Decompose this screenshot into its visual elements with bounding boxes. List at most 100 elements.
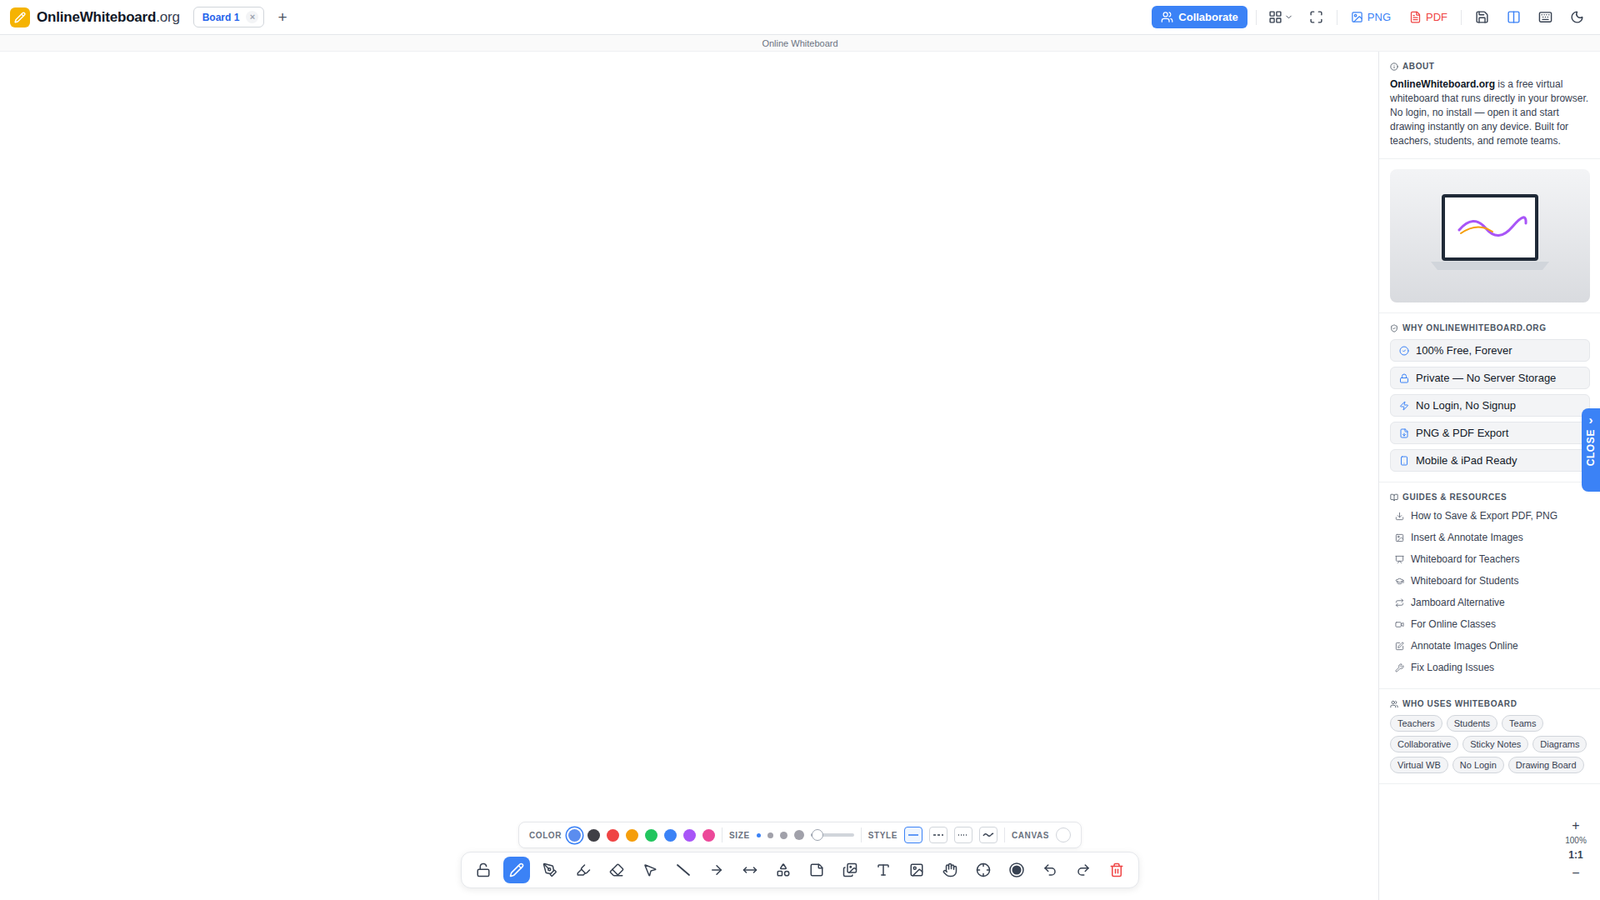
dotted-line-icon <box>957 831 970 839</box>
guide-link[interactable]: Fix Loading Issues <box>1390 656 1590 679</box>
photo-section <box>1379 159 1600 314</box>
panel-button[interactable] <box>1533 5 1557 30</box>
audience-tag[interactable]: Students <box>1446 715 1498 732</box>
tool-button[interactable] <box>536 856 564 884</box>
zoom-reset-button[interactable]: 1:1 <box>1561 846 1590 864</box>
tool-button[interactable] <box>1070 856 1097 884</box>
color-swatch[interactable] <box>645 829 658 842</box>
zoom-out-button[interactable]: − <box>1561 865 1590 882</box>
who-section: WHO USES WHITEBOARDTeachersStudentsTeams… <box>1379 689 1600 785</box>
size-dot[interactable] <box>756 833 761 838</box>
brand[interactable]: OnlineWhiteboard.org <box>10 7 180 28</box>
close-sidebar-tab[interactable]: ›CLOSE <box>1581 408 1600 492</box>
drawing-canvas[interactable] <box>0 51 1379 900</box>
sidebar: ABOUTOnlineWhiteboard.org is a free virt… <box>1378 51 1600 900</box>
section-heading: GUIDES & RESOURCES <box>1390 492 1590 502</box>
audience-tag[interactable]: Teams <box>1501 715 1544 732</box>
line-style-button[interactable] <box>954 826 973 844</box>
color-swatch[interactable] <box>683 829 696 842</box>
size-dot[interactable] <box>767 832 774 839</box>
guide-link[interactable]: How to Save & Export PDF, PNG <box>1390 505 1590 527</box>
audience-tag[interactable]: Virtual WB <box>1390 756 1449 774</box>
laser-icon <box>975 862 991 878</box>
tool-button[interactable] <box>1003 856 1030 884</box>
pen-icon <box>542 862 558 878</box>
tab-close-button[interactable]: × <box>245 10 259 24</box>
tool-button[interactable] <box>803 856 830 884</box>
panel-button[interactable] <box>1501 5 1525 30</box>
tool-button[interactable] <box>636 856 664 884</box>
edit-icon <box>1395 641 1405 651</box>
about-brand: OnlineWhiteboard.org <box>1390 78 1495 90</box>
book-icon <box>1390 493 1399 502</box>
guide-link[interactable]: Annotate Images Online <box>1390 635 1590 657</box>
tool-button[interactable] <box>970 856 997 884</box>
color-swatch[interactable] <box>606 829 620 842</box>
image-icon <box>1350 10 1364 24</box>
view-button[interactable] <box>1305 5 1329 30</box>
collaborate-button[interactable]: Collaborate <box>1151 5 1248 29</box>
file-export-icon <box>1399 428 1410 439</box>
audience-tag[interactable]: Sticky Notes <box>1462 735 1529 753</box>
export-button[interactable]: PNG <box>1345 10 1396 24</box>
guide-link[interactable]: Whiteboard for Teachers <box>1390 548 1590 570</box>
color-swatch[interactable] <box>568 829 581 842</box>
swap-icon <box>1395 598 1405 608</box>
panel-button[interactable] <box>1565 5 1589 30</box>
canvas-color-swatch[interactable] <box>1055 827 1071 843</box>
add-tab-button[interactable]: + <box>272 9 292 25</box>
color-swatch[interactable] <box>587 829 600 842</box>
size-dot[interactable] <box>794 830 805 840</box>
bolt-icon <box>1399 400 1410 411</box>
guide-link[interactable]: Jamboard Alternative <box>1390 591 1590 614</box>
color-swatch[interactable] <box>702 829 715 842</box>
tool-button[interactable] <box>936 856 964 884</box>
why-item: Private — No Server Storage <box>1390 366 1590 390</box>
text-icon <box>875 862 891 878</box>
guide-link[interactable]: Whiteboard for Students <box>1390 570 1590 592</box>
tool-button[interactable] <box>736 856 764 884</box>
tool-button[interactable] <box>670 856 697 884</box>
audience-tag[interactable]: Teachers <box>1390 715 1443 732</box>
tool-button[interactable] <box>570 856 597 884</box>
tool-button[interactable] <box>870 856 897 884</box>
image-icon <box>909 862 925 878</box>
board-tab[interactable]: Board 1 × <box>193 6 265 28</box>
divider <box>1004 827 1005 843</box>
line-style-button[interactable] <box>929 826 948 844</box>
split-layout-icon <box>1506 10 1521 25</box>
tool-button[interactable] <box>770 856 797 884</box>
tool-button[interactable] <box>836 856 864 884</box>
panel-button[interactable] <box>1470 5 1494 30</box>
line-style-button[interactable] <box>979 826 998 844</box>
size-dot[interactable] <box>780 831 788 840</box>
size-slider[interactable] <box>810 833 855 837</box>
line-style-button[interactable] <box>904 826 923 844</box>
audience-tag[interactable]: Drawing Board <box>1508 756 1585 774</box>
audience-tag[interactable]: Diagrams <box>1532 735 1587 753</box>
color-swatch[interactable] <box>664 829 677 842</box>
wavy-line-icon <box>982 831 995 839</box>
tool-button[interactable] <box>703 856 730 884</box>
audience-tag[interactable]: Collaborative <box>1390 735 1459 753</box>
about-text: OnlineWhiteboard.org is a free virtual w… <box>1390 77 1590 149</box>
tool-button[interactable] <box>503 856 530 884</box>
tool-button[interactable] <box>603 856 630 884</box>
zoom-in-button[interactable]: + <box>1561 817 1590 835</box>
pointer-icon <box>642 862 658 878</box>
audience-tag[interactable]: No Login <box>1452 756 1505 774</box>
line-icon <box>675 862 691 878</box>
export-button[interactable]: PDF <box>1404 10 1453 24</box>
color-swatch[interactable] <box>625 829 639 842</box>
tab-label: Board 1 <box>202 11 240 24</box>
hand-icon <box>942 862 958 878</box>
slider-thumb[interactable] <box>811 829 824 841</box>
view-button[interactable] <box>1265 5 1297 30</box>
guide-link[interactable]: Insert & Annotate Images <box>1390 526 1590 549</box>
check-icon <box>1399 345 1410 356</box>
tool-button[interactable] <box>470 856 497 884</box>
tool-button[interactable] <box>1036 856 1064 884</box>
tool-button[interactable] <box>903 856 930 884</box>
tool-button[interactable] <box>1103 856 1130 884</box>
guide-link[interactable]: For Online Classes <box>1390 613 1590 635</box>
